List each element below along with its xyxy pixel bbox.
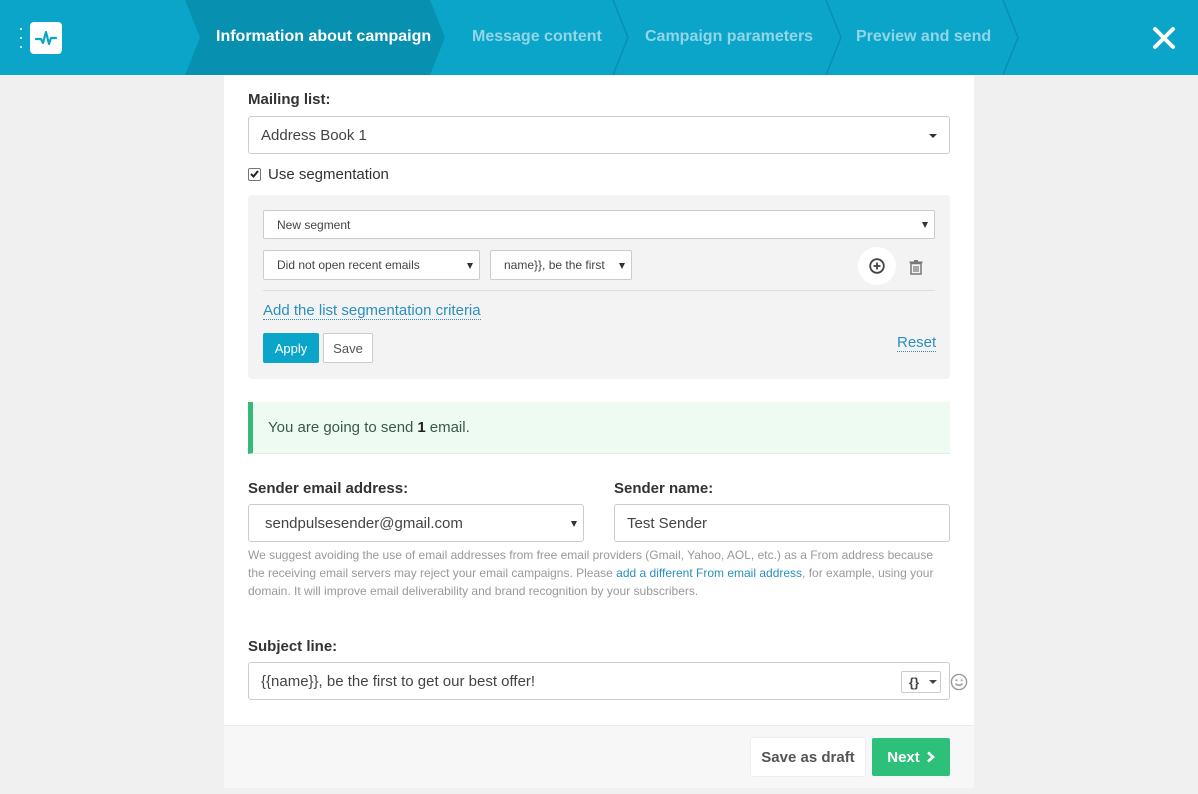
use-segmentation-label: Use segmentation — [268, 165, 389, 183]
trash-icon[interactable] — [908, 259, 924, 275]
logo-icon[interactable] — [30, 22, 62, 54]
segment-select[interactable]: New segment — [263, 210, 935, 239]
sender-email-value: sendpulsesender@gmail.com — [265, 514, 463, 532]
send-count-alert: You are going to send 1 email. — [248, 402, 950, 454]
apply-button[interactable]: Apply — [263, 333, 319, 363]
next-label: Next — [887, 748, 920, 766]
chevron-down-icon — [571, 521, 577, 527]
use-segmentation-row[interactable]: Use segmentation — [248, 165, 389, 183]
segmentation-panel: New segment Did not open recent emails n… — [248, 195, 950, 379]
chevron-down-icon — [467, 263, 473, 269]
next-button[interactable]: Next — [872, 738, 950, 776]
menu-dots-icon[interactable] — [19, 28, 23, 48]
add-criterion-button[interactable] — [858, 247, 896, 285]
sender-email-label: Sender email address: — [248, 480, 409, 497]
checkmark-icon — [250, 170, 259, 178]
plus-circle-icon — [869, 258, 885, 274]
segment-divider — [263, 290, 935, 291]
alert-suffix: email. — [429, 419, 470, 436]
save-as-draft-button[interactable]: Save as draft — [751, 738, 865, 776]
mailing-list-select[interactable]: Address Book 1 — [248, 116, 950, 154]
add-segmentation-criteria-link[interactable]: Add the list segmentation criteria — [263, 302, 481, 320]
sender-name-value: Test Sender — [627, 514, 708, 532]
criterion-select-value: Did not open recent emails — [277, 258, 420, 272]
variable-braces-icon: {} — [909, 674, 920, 690]
add-from-address-link[interactable]: add a different From email address — [616, 566, 802, 580]
chevron-down-icon — [922, 222, 928, 228]
campaign-form-card: Mailing list: Address Book 1 Use segment… — [224, 75, 974, 725]
step-information-about-campaign[interactable]: Information about campaign — [216, 28, 431, 46]
subject-line-value: {{name}}, be the first to get our best o… — [261, 672, 536, 690]
alert-count: 1 — [417, 419, 426, 436]
use-segmentation-checkbox[interactable] — [248, 167, 261, 181]
close-icon[interactable] — [1152, 26, 1176, 50]
subject-line-input[interactable]: {{name}}, be the first to get our best o… — [248, 662, 968, 700]
wizard-steps: Information about campaign Message conte… — [185, 0, 1025, 75]
reset-link[interactable]: Reset — [897, 334, 937, 352]
sender-hint: We suggest avoiding the use of email add… — [248, 546, 948, 600]
chevron-down-icon — [929, 134, 937, 138]
segment-select-value: New segment — [277, 217, 351, 232]
sender-email-select[interactable]: sendpulsesender@gmail.com — [248, 504, 584, 542]
insert-variable-button[interactable]: {} — [901, 671, 941, 693]
step-preview-and-send[interactable]: Preview and send — [856, 28, 991, 46]
chevron-down-icon — [619, 263, 625, 269]
sender-name-input[interactable]: Test Sender — [614, 504, 950, 542]
alert-prefix: You are going to send — [268, 419, 414, 436]
mailing-list-label: Mailing list: — [248, 91, 331, 108]
mailing-list-value: Address Book 1 — [261, 126, 367, 144]
step-campaign-parameters[interactable]: Campaign parameters — [645, 28, 813, 46]
subject-line-label: Subject line: — [248, 638, 338, 655]
chevron-down-icon — [929, 680, 937, 684]
campaign-select[interactable]: name}}, be the first — [490, 250, 632, 280]
criterion-select[interactable]: Did not open recent emails — [263, 250, 480, 280]
emoji-icon[interactable] — [950, 673, 968, 691]
top-bar: Information about campaign Message conte… — [0, 0, 1198, 75]
form-footer: Save as draft Next — [224, 725, 974, 788]
sender-name-label: Sender name: — [614, 480, 714, 497]
chevron-right-icon — [926, 751, 935, 763]
save-segment-button[interactable]: Save — [323, 333, 373, 363]
campaign-select-value: name}}, be the first — [504, 258, 605, 272]
step-message-content[interactable]: Message content — [472, 28, 602, 46]
